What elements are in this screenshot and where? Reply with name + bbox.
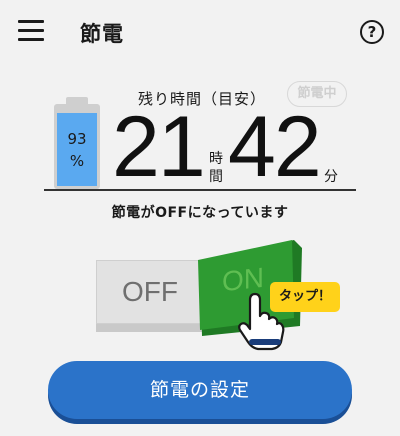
battery-percent: 93 %	[54, 128, 100, 172]
battery-percent-unit: %	[69, 152, 85, 170]
toggle-off-side[interactable]: OFF	[96, 260, 204, 324]
time-divider	[44, 189, 356, 191]
battery-percent-value: 93	[67, 130, 87, 148]
hours-unit-top: 時	[209, 151, 223, 167]
hamburger-menu-icon[interactable]	[18, 20, 44, 42]
app-bar: 節電 ?	[0, 0, 400, 64]
power-saving-status: 節電がOFFになっています	[111, 205, 289, 221]
battery-icon: 93 %	[54, 97, 100, 189]
hours-value: 21	[112, 99, 206, 195]
help-icon[interactable]: ?	[360, 20, 384, 44]
page-title: 節電	[80, 22, 124, 46]
minutes-unit: 分	[324, 169, 338, 185]
power-saving-settings-button[interactable]: 節電の設定	[48, 361, 352, 419]
hours-unit-bottom: 間	[209, 169, 223, 185]
pointing-hand-icon	[238, 292, 285, 351]
minutes-value: 42	[228, 99, 322, 195]
